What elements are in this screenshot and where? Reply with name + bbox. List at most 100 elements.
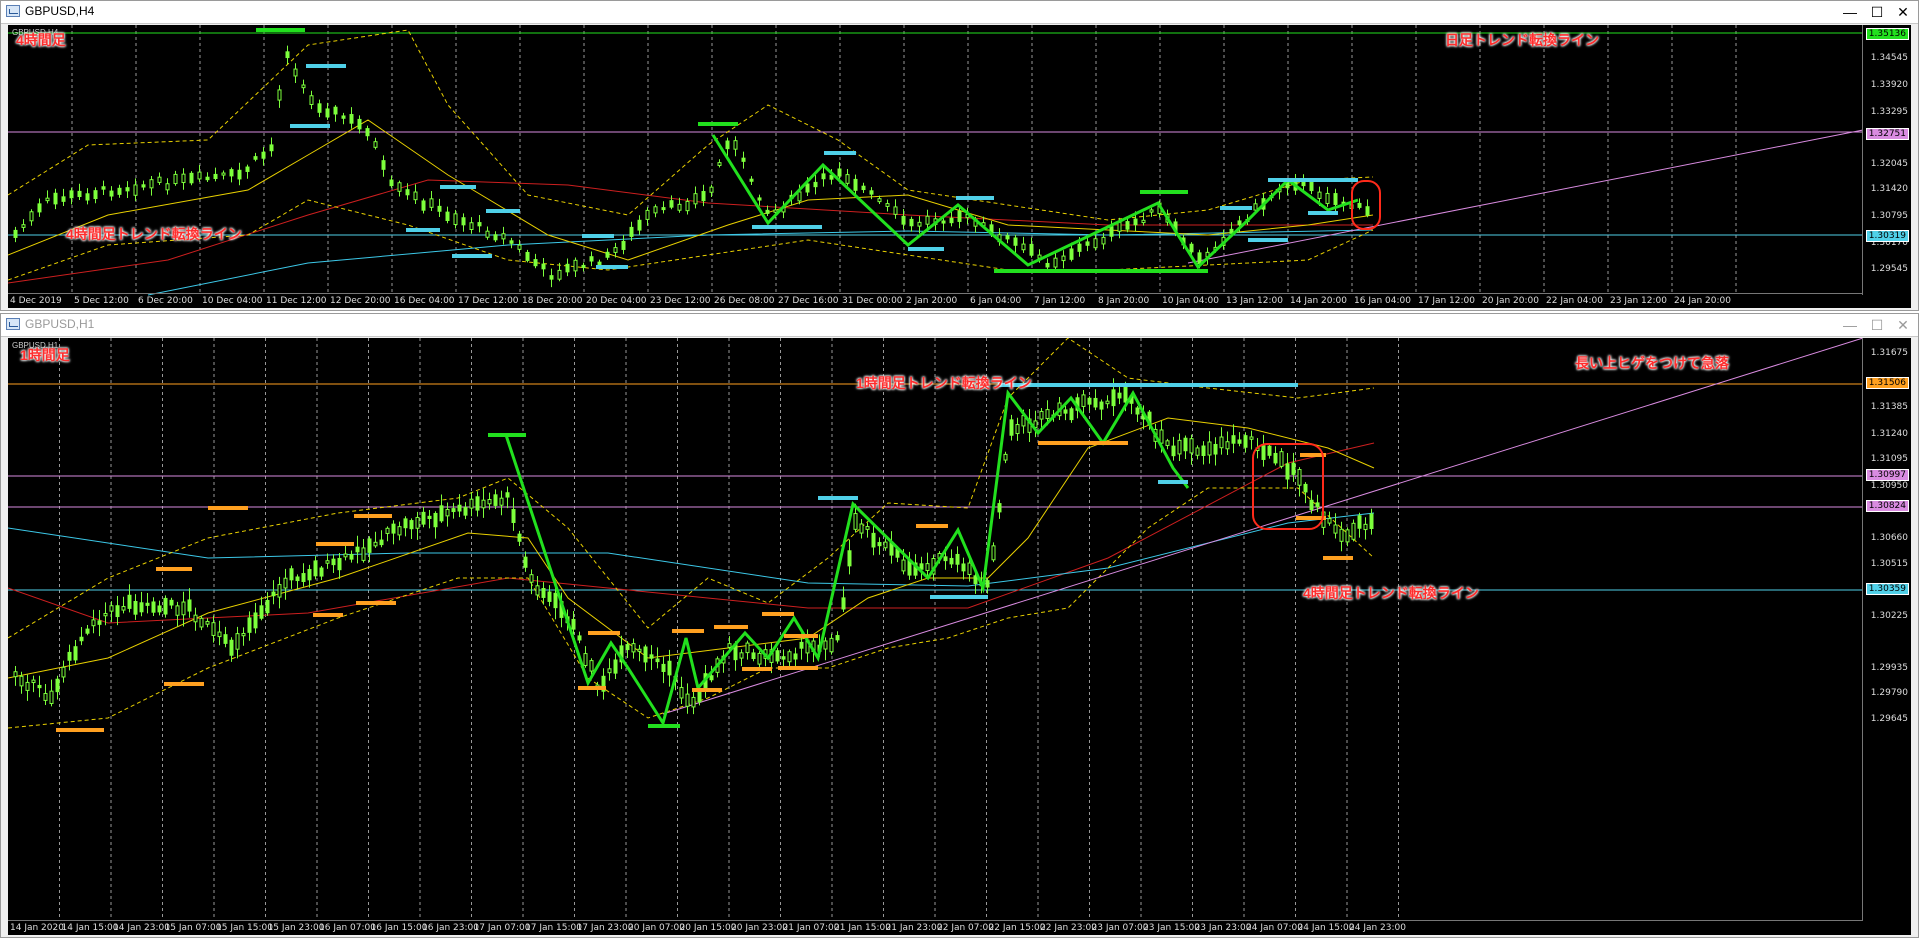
candle: [581, 264, 586, 269]
title-bar[interactable]: GBPUSD,H1 — ☐ ✕: [1, 314, 1918, 337]
maximize-icon[interactable]: ☐: [1866, 2, 1888, 22]
candle: [1003, 453, 1008, 461]
candle: [421, 511, 426, 525]
candle: [67, 651, 72, 661]
minimize-icon[interactable]: —: [1839, 2, 1861, 22]
candle: [967, 562, 972, 575]
candle: [805, 183, 810, 193]
price-chart-h1[interactable]: GBPUSD,H1 1時間足 1時間足トレンド転換ライン 長い上ヒゲをつけて急落…: [8, 338, 1911, 935]
candle: [1333, 193, 1338, 205]
price-axis[interactable]: 1.34545 1.33920 1.33295 1.32670 1.32045 …: [1862, 25, 1911, 295]
candle: [1309, 499, 1314, 511]
candle: [901, 215, 906, 225]
candle: [307, 569, 312, 581]
candle: [955, 553, 960, 565]
candle: [535, 585, 540, 596]
time-tick: 10 Dec 04:00: [202, 296, 263, 306]
price-chart-h4[interactable]: GBPUSD,H4 4時間足 日足トレンド転換ライン 4時間足トレンド転換ライン…: [8, 25, 1911, 308]
candle: [343, 553, 348, 558]
time-tick: 4 Dec 2019: [10, 296, 62, 306]
candle: [877, 198, 882, 203]
candle: [877, 542, 882, 547]
candle: [709, 675, 714, 681]
candle: [653, 206, 658, 214]
candle: [813, 181, 818, 188]
candle: [631, 643, 636, 653]
time-tick: 8 Jan 20:00: [1098, 296, 1150, 306]
annotation-h4-trend-line: 4時間足トレンド転換ライン: [66, 226, 242, 242]
candle: [1237, 439, 1242, 444]
time-tick: 16 Jan 04:00: [1354, 296, 1411, 306]
candle: [919, 563, 924, 570]
candle: [13, 671, 18, 678]
candle: [841, 597, 846, 610]
candle: [55, 678, 60, 693]
candle: [1093, 238, 1098, 249]
time-axis[interactable]: 14 Jan 2020 14 Jan 15:00 14 Jan 23:00 15 Ja…: [8, 920, 1863, 935]
candle: [533, 259, 538, 267]
candle: [1303, 483, 1308, 493]
time-tick: 6 Jan 04:00: [970, 296, 1022, 306]
candle: [749, 178, 754, 182]
chart-canvas[interactable]: [8, 25, 1911, 308]
candle: [997, 503, 1002, 513]
candle: [1231, 435, 1236, 444]
close-icon[interactable]: ✕: [1892, 315, 1914, 335]
minimize-icon[interactable]: —: [1839, 315, 1861, 335]
time-tick: 18 Dec 20:00: [522, 296, 583, 306]
price-axis[interactable]: 1.31675 1.31385 1.31240 1.31095 1.30950 …: [1862, 338, 1911, 921]
price-tick: 1.29645: [1870, 714, 1908, 724]
time-tick: 14 Jan 20:00: [1290, 296, 1347, 306]
candle: [283, 577, 288, 589]
candle: [637, 648, 642, 652]
candle: [523, 556, 528, 568]
title-bar[interactable]: GBPUSD,H4 — ☐ ✕: [1, 1, 1918, 24]
candle: [871, 532, 876, 548]
candle: [85, 193, 90, 201]
price-tick: 1.31240: [1870, 429, 1908, 439]
candle: [53, 192, 58, 205]
candle: [1133, 218, 1138, 226]
candle: [553, 592, 558, 609]
time-tick: 15 Jan 23:00: [267, 923, 325, 933]
candle: [373, 141, 378, 148]
candle: [1009, 419, 1014, 436]
candle: [277, 89, 282, 101]
candle: [391, 523, 396, 534]
candle: [397, 526, 402, 536]
candle: [973, 575, 978, 585]
maximize-icon[interactable]: ☐: [1866, 315, 1888, 335]
candle: [93, 190, 98, 200]
candle: [285, 51, 290, 59]
time-tick: 22 Jan 04:00: [1546, 296, 1603, 306]
time-tick: 5 Dec 12:00: [74, 296, 129, 306]
time-tick: 23 Jan 12:00: [1610, 296, 1667, 306]
candle: [901, 559, 906, 572]
candle: [725, 140, 730, 150]
candle: [1365, 206, 1370, 216]
candle: [605, 251, 610, 258]
candle: [43, 693, 48, 701]
candle: [187, 599, 192, 612]
chart-canvas[interactable]: [8, 338, 1911, 935]
candle: [325, 560, 330, 564]
candle: [1039, 410, 1044, 420]
close-icon[interactable]: ✕: [1892, 2, 1914, 22]
moving-average-red: [8, 442, 1375, 624]
candle: [461, 217, 466, 226]
bollinger-lower: [8, 487, 1375, 729]
candle: [293, 68, 298, 77]
candle: [943, 556, 948, 562]
candle: [1105, 400, 1110, 405]
candle: [165, 183, 170, 191]
candle: [141, 184, 146, 188]
candle: [199, 617, 204, 628]
candle: [667, 660, 672, 676]
time-axis[interactable]: 4 Dec 2019 5 Dec 12:00 6 Dec 20:00 10 Dec 0…: [8, 293, 1863, 308]
candle: [637, 219, 642, 231]
candle: [229, 639, 234, 656]
candle: [79, 636, 84, 642]
price-tick: 1.29545: [1870, 264, 1908, 274]
candle: [751, 652, 756, 660]
candle: [1325, 192, 1330, 204]
